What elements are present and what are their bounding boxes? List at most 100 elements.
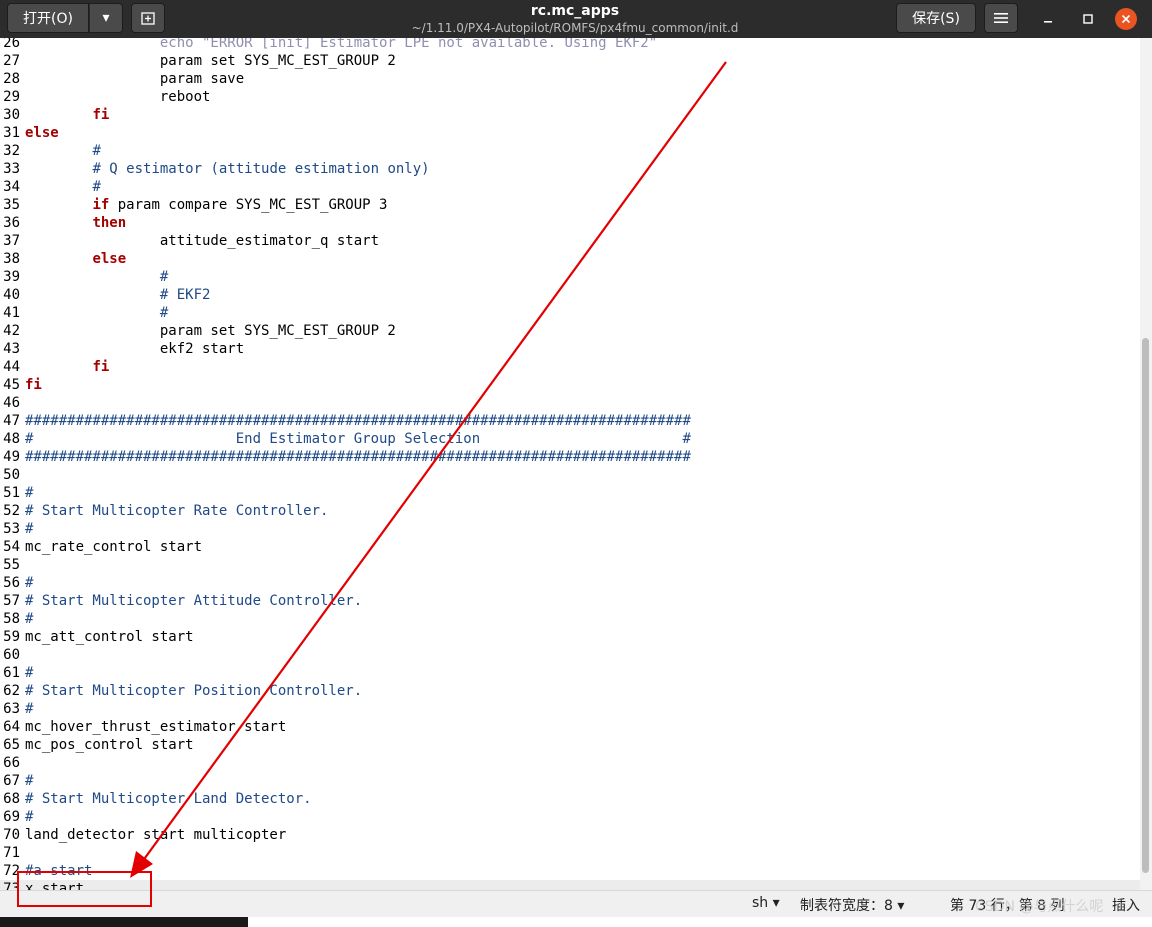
code-line[interactable]: 54 mc_rate_control start	[0, 538, 1140, 556]
code-line[interactable]: 64 mc_hover_thrust_estimator start	[0, 718, 1140, 736]
code-line[interactable]: 55	[0, 556, 1140, 574]
code-text: if param compare SYS_MC_EST_GROUP 3	[92, 197, 388, 213]
code-text: #	[25, 485, 34, 501]
code-line[interactable]: 68 # Start Multicopter Land Detector.	[0, 790, 1140, 808]
open-button[interactable]: 打开(O)	[7, 3, 89, 33]
code-line[interactable]: 36 then	[0, 214, 1140, 232]
code-text: # End Estimator Group Selection #	[25, 431, 691, 447]
line-number: 71	[3, 845, 20, 861]
close-icon	[1121, 14, 1131, 24]
vertical-scrollbar[interactable]	[1140, 38, 1152, 890]
code-text: param save	[159, 71, 245, 87]
line-number: 57	[3, 593, 20, 609]
code-text: #	[92, 179, 101, 195]
code-line[interactable]: 35 if param compare SYS_MC_EST_GROUP 3	[0, 196, 1140, 214]
code-line[interactable]: 72 #a start	[0, 862, 1140, 880]
code-text: fi	[92, 107, 110, 123]
code-line[interactable]: 67 #	[0, 772, 1140, 790]
line-number: 44	[3, 359, 20, 375]
code-line[interactable]: 31 else	[0, 124, 1140, 142]
code-text: ekf2 start	[159, 341, 245, 357]
code-line[interactable]: 39 #	[0, 268, 1140, 286]
code-line[interactable]: 61 #	[0, 664, 1140, 682]
code-line[interactable]: 70 land_detector start multicopter	[0, 826, 1140, 844]
minimize-button[interactable]	[1035, 6, 1061, 32]
code-text: #	[25, 701, 34, 717]
code-line[interactable]: 48 # End Estimator Group Selection #	[0, 430, 1140, 448]
code-text: ########################################…	[25, 413, 691, 429]
code-text: # Q estimator (attitude estimation only)	[92, 161, 430, 177]
text-editor[interactable]: 26 echo "ERROR [init] Estimator LPE not …	[0, 38, 1140, 890]
code-line[interactable]: 71	[0, 844, 1140, 862]
code-line[interactable]: 26 echo "ERROR [init] Estimator LPE not …	[0, 38, 1140, 52]
line-number: 43	[3, 341, 20, 357]
code-line[interactable]: 52 # Start Multicopter Rate Controller.	[0, 502, 1140, 520]
window-title: rc.mc_apps	[530, 3, 620, 19]
code-text: # Start Multicopter Land Detector.	[25, 791, 312, 807]
code-line[interactable]: 45 fi	[0, 376, 1140, 394]
code-line[interactable]: 47 ######################################…	[0, 412, 1140, 430]
code-line[interactable]: 60	[0, 646, 1140, 664]
line-number: 48	[3, 431, 20, 447]
chevron-down-icon: ▾	[102, 10, 110, 26]
open-dropdown-button[interactable]: ▾	[89, 3, 123, 33]
tab-width-selector[interactable]: 制表符宽度：8 ▾	[800, 895, 904, 915]
code-line[interactable]: 51 #	[0, 484, 1140, 502]
minimize-icon	[1044, 21, 1052, 23]
code-line[interactable]: 44 fi	[0, 358, 1140, 376]
code-line[interactable]: 27 param set SYS_MC_EST_GROUP 2	[0, 52, 1140, 70]
code-line[interactable]: 46	[0, 394, 1140, 412]
code-line[interactable]: 28 param save	[0, 70, 1140, 88]
code-line[interactable]: 29 reboot	[0, 88, 1140, 106]
line-number: 30	[3, 107, 20, 123]
code-line[interactable]: 33 # Q estimator (attitude estimation on…	[0, 160, 1140, 178]
code-line[interactable]: 63 #	[0, 700, 1140, 718]
code-text: fi	[92, 359, 110, 375]
code-line[interactable]: 50	[0, 466, 1140, 484]
language-selector[interactable]: sh ▾	[752, 895, 780, 911]
code-line[interactable]: 56 #	[0, 574, 1140, 592]
code-line[interactable]: 32 #	[0, 142, 1140, 160]
code-line[interactable]: 30 fi	[0, 106, 1140, 124]
code-line[interactable]: 69 #	[0, 808, 1140, 826]
code-line[interactable]: 41 #	[0, 304, 1140, 322]
line-number: 53	[3, 521, 20, 537]
code-line[interactable]: 53 #	[0, 520, 1140, 538]
code-text: param set SYS_MC_EST_GROUP 2	[159, 323, 396, 339]
line-number: 54	[3, 539, 20, 555]
taskbar-fragment	[0, 917, 248, 927]
hamburger-menu-button[interactable]	[984, 3, 1018, 33]
line-number: 37	[3, 233, 20, 249]
code-line[interactable]: 34 #	[0, 178, 1140, 196]
code-line[interactable]: 42 param set SYS_MC_EST_GROUP 2	[0, 322, 1140, 340]
line-number: 46	[3, 395, 20, 411]
line-number: 58	[3, 611, 20, 627]
code-line[interactable]: 58 #	[0, 610, 1140, 628]
line-number: 67	[3, 773, 20, 789]
insert-mode-indicator: 插入	[1112, 898, 1140, 914]
code-line[interactable]: 73 x start	[0, 880, 1140, 890]
code-line[interactable]: 66	[0, 754, 1140, 772]
maximize-button[interactable]	[1075, 6, 1101, 32]
line-number: 63	[3, 701, 20, 717]
close-button[interactable]	[1115, 8, 1137, 30]
code-text: else	[92, 251, 127, 267]
new-document-button[interactable]	[131, 3, 165, 33]
save-button[interactable]: 保存(S)	[896, 3, 976, 33]
scrollbar-thumb[interactable]	[1142, 338, 1149, 873]
code-text: echo "ERROR [init] Estimator LPE not ava…	[159, 38, 658, 51]
code-line[interactable]: 38 else	[0, 250, 1140, 268]
code-line[interactable]: 43 ekf2 start	[0, 340, 1140, 358]
code-line[interactable]: 37 attitude_estimator_q start	[0, 232, 1140, 250]
line-number: 33	[3, 161, 20, 177]
code-line[interactable]: 49 ######################################…	[0, 448, 1140, 466]
code-line[interactable]: 62 # Start Multicopter Position Controlle…	[0, 682, 1140, 700]
code-text: #	[25, 773, 34, 789]
code-line[interactable]: 59 mc_att_control start	[0, 628, 1140, 646]
code-line[interactable]: 40 # EKF2	[0, 286, 1140, 304]
code-text: else	[25, 125, 59, 141]
code-text: #	[92, 143, 101, 159]
code-line[interactable]: 65 mc_pos_control start	[0, 736, 1140, 754]
code-line[interactable]: 57 # Start Multicopter Attitude Controlle…	[0, 592, 1140, 610]
code-text: # EKF2	[159, 287, 211, 303]
